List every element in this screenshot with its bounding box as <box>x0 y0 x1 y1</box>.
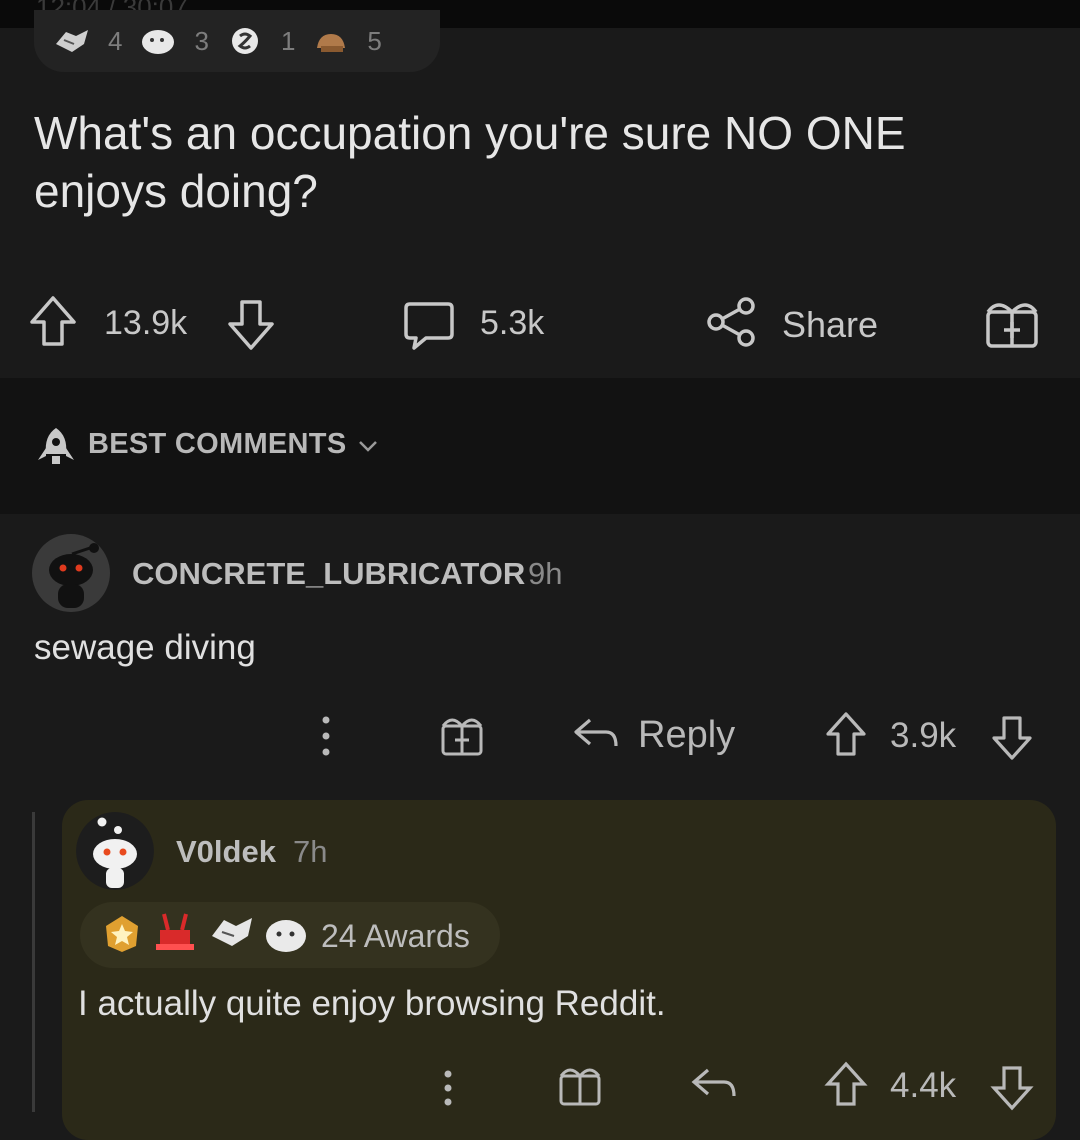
gold-star-award-icon <box>102 914 142 959</box>
comment-timestamp: 9h <box>528 556 563 591</box>
username[interactable]: CONCRETE_LUBRICATOR <box>132 556 525 591</box>
share-button[interactable]: Share <box>782 304 878 346</box>
share-icon[interactable] <box>704 294 760 355</box>
reply-body: I actually quite enjoy browsing Reddit. <box>78 984 666 1023</box>
reply-button[interactable]: Reply <box>638 714 735 757</box>
award-count: 4 <box>108 25 123 56</box>
reply-icon[interactable] <box>572 716 620 757</box>
chevron-down-icon[interactable] <box>356 436 380 461</box>
awards-count-label[interactable]: 24 Awards <box>321 918 470 955</box>
reply-timestamp: 7h <box>293 834 328 869</box>
more-options-icon[interactable] <box>318 714 334 763</box>
rocket-icon <box>34 424 78 473</box>
comment-count[interactable]: 5.3k <box>480 304 544 343</box>
silver-award-icon <box>227 26 263 56</box>
tip-award-icon <box>313 26 349 56</box>
award-count: 1 <box>280 25 296 56</box>
gift-award-icon[interactable] <box>558 1062 602 1111</box>
award-count: 3 <box>194 25 209 56</box>
post-score: 13.9k <box>104 304 188 342</box>
avatar[interactable] <box>76 812 154 890</box>
more-options-icon[interactable] <box>440 1066 456 1111</box>
downvote-icon[interactable] <box>990 712 1034 767</box>
upvote-icon[interactable] <box>824 1060 868 1115</box>
reply-author[interactable]: V0ldek <box>176 834 276 870</box>
handshake-award-icon <box>54 26 90 56</box>
upvote-icon[interactable] <box>824 710 868 765</box>
downvote-icon[interactable] <box>226 296 276 357</box>
sort-label[interactable]: BEST COMMENTS <box>88 428 346 461</box>
reply-icon[interactable] <box>690 1066 738 1107</box>
reply-score: 4.4k <box>890 1066 957 1105</box>
upvote-icon[interactable] <box>28 294 78 355</box>
red-award-icon <box>154 912 196 957</box>
handshake-award-icon <box>210 912 254 957</box>
gift-award-icon[interactable] <box>984 294 1040 355</box>
comment-body: sewage diving <box>34 628 256 667</box>
post-awards[interactable]: 4 3 1 5 <box>34 10 440 72</box>
comment-score: 3.9k <box>890 716 957 755</box>
downvote-icon[interactable] <box>990 1062 1034 1117</box>
gold-snoo-award-icon <box>140 26 176 56</box>
username[interactable]: V0ldek <box>176 834 276 869</box>
comment-icon[interactable] <box>402 300 456 357</box>
thread-line[interactable] <box>32 812 35 1112</box>
gift-award-icon[interactable] <box>440 712 484 761</box>
award-count: 5 <box>367 25 382 56</box>
comment-author[interactable]: CONCRETE_LUBRICATOR <box>132 556 525 592</box>
post-title[interactable]: What's an occupation you're sure NO ONE … <box>34 104 1034 220</box>
avatar[interactable] <box>32 534 110 612</box>
gold-snoo-award-icon <box>264 914 308 959</box>
